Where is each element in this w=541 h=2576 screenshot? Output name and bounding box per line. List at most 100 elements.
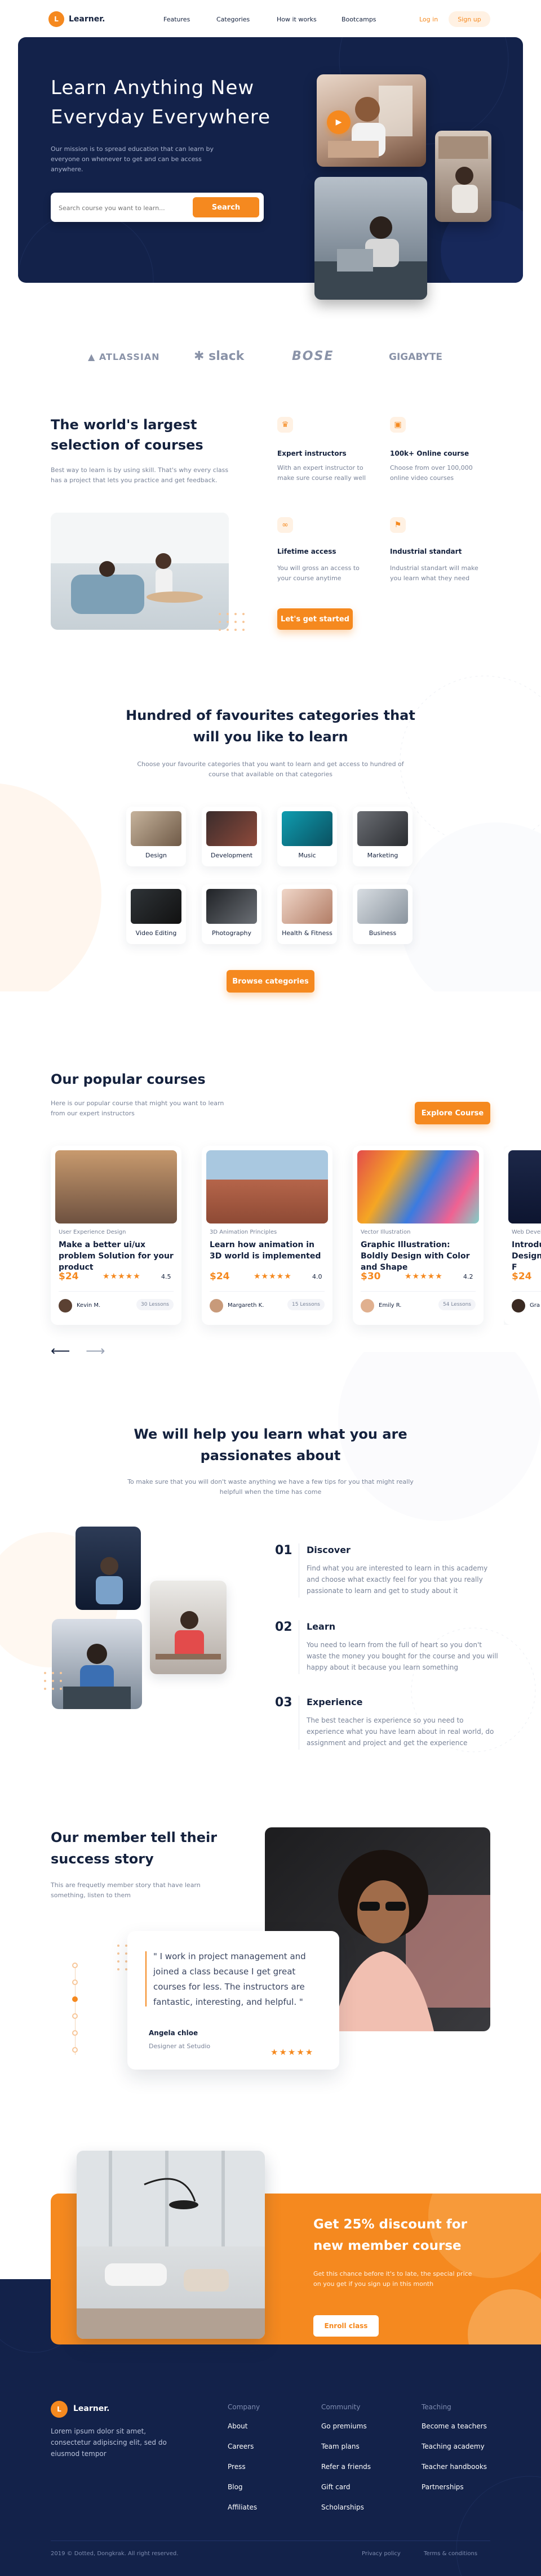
- avatar: [59, 1299, 72, 1313]
- help-title-line2: passionates about: [200, 1448, 341, 1463]
- course-category: Vector Illustration: [361, 1229, 411, 1235]
- hero-search-input[interactable]: [59, 201, 188, 215]
- footer-heading-community: Community: [321, 2403, 361, 2411]
- browse-categories-button[interactable]: Browse categories: [227, 970, 314, 993]
- rating-stars-icon: ★★★★★: [103, 1272, 141, 1281]
- footer-terms-link[interactable]: Terms & conditions: [424, 2551, 477, 2557]
- signup-button[interactable]: Sign up: [449, 11, 490, 27]
- footer-link-go-premiums[interactable]: Go premiums: [321, 2422, 367, 2430]
- category-video-editing-image: [131, 889, 181, 924]
- logo-icon[interactable]: L: [48, 11, 64, 27]
- footer-link-partnerships[interactable]: Partnerships: [422, 2483, 464, 2491]
- category-photography-image: [206, 889, 257, 924]
- category-development[interactable]: Development: [202, 807, 261, 866]
- footer-link-press[interactable]: Press: [228, 2463, 246, 2471]
- footer-logo-text[interactable]: Learner.: [73, 2404, 109, 2413]
- category-music[interactable]: Music: [277, 807, 337, 866]
- explore-course-button[interactable]: Explore Course: [415, 1102, 490, 1124]
- hero-description: Our mission is to spread education that …: [51, 145, 214, 173]
- brand-gigabyte: GIGABYTE: [389, 352, 442, 363]
- step-title: Discover: [307, 1545, 351, 1555]
- course-divider: [59, 1291, 174, 1292]
- course-card[interactable]: User Experience Design Make a better ui/…: [51, 1146, 181, 1325]
- course-card-partial[interactable]: Web Developm Introduc Design: F $24 Gra: [504, 1146, 541, 1325]
- nav-bootcamps[interactable]: Bootcamps: [342, 16, 376, 23]
- footer-link-teaching-academy[interactable]: Teaching academy: [422, 2442, 485, 2450]
- nav-categories[interactable]: Categories: [216, 16, 250, 23]
- footer-link-about[interactable]: About: [228, 2422, 247, 2430]
- selection-photo-art: [51, 513, 229, 614]
- category-design-image: [131, 811, 181, 846]
- testimonial-role: Designer at Setudio: [149, 2043, 211, 2050]
- footer-link-refer-friends[interactable]: Refer a friends: [321, 2463, 371, 2471]
- footer-link-blog[interactable]: Blog: [228, 2483, 243, 2491]
- brand-slack-label: slack: [209, 349, 245, 363]
- testimonial-pager-dot[interactable]: [72, 1963, 78, 1968]
- footer-privacy-link[interactable]: Privacy policy: [362, 2551, 401, 2557]
- category-video-editing[interactable]: Video Editing: [126, 884, 186, 944]
- course-title[interactable]: Make a better ui/ux problem Solution for…: [59, 1239, 174, 1273]
- course-image: [55, 1150, 177, 1224]
- course-title[interactable]: Introduc Design: F: [512, 1239, 541, 1273]
- hero-photo-library: [435, 131, 491, 222]
- feature-lifetime-title: Lifetime access: [277, 548, 336, 555]
- course-card[interactable]: Web Developm Introduc Design: F $24 Gra: [504, 1146, 541, 1325]
- footer-link-become-teacher[interactable]: Become a teachers: [422, 2422, 487, 2430]
- testimonial-title-line2: success story: [51, 1851, 154, 1867]
- industry-icon: ⚑: [390, 517, 406, 533]
- category-business[interactable]: Business: [353, 884, 413, 944]
- testimonial-pager-dot[interactable]: [72, 1979, 78, 1985]
- testimonial-pager-dot[interactable]: [72, 2047, 78, 2053]
- footer-link-gift-card[interactable]: Gift card: [321, 2483, 350, 2491]
- testimonial-pager-dot[interactable]: [72, 2013, 78, 2019]
- feature-lifetime-desc: You will gross an access to your course …: [277, 564, 360, 582]
- course-divider: [512, 1291, 541, 1292]
- popular-description: Here is our popular course that might yo…: [51, 1100, 224, 1117]
- footer-logo-icon[interactable]: L: [51, 2401, 68, 2418]
- hero-photo-laptop-art: [314, 216, 427, 300]
- hero-search-label: Search: [211, 203, 241, 212]
- step-title: Experience: [307, 1697, 363, 1707]
- category-music-label: Music: [298, 852, 316, 859]
- course-price: $24: [59, 1271, 79, 1282]
- footer-link-teacher-handbooks[interactable]: Teacher handbooks: [422, 2463, 487, 2471]
- login-link[interactable]: Log in: [419, 16, 438, 23]
- category-health-fitness-label: Health & Fitness: [282, 929, 332, 937]
- testimonial-pager-dot[interactable]: [72, 2030, 78, 2036]
- course-title[interactable]: Learn how animation in 3D world is imple…: [210, 1239, 325, 1262]
- step-title: Learn: [307, 1621, 336, 1632]
- selection-photo: [51, 513, 229, 630]
- footer-link-careers[interactable]: Careers: [228, 2442, 254, 2450]
- selection-title-line1: The world's largest: [51, 417, 197, 433]
- testimonial-pager-dot-active[interactable]: [72, 1996, 78, 2002]
- category-marketing[interactable]: Marketing: [353, 807, 413, 866]
- nav-how-it-works[interactable]: How it works: [277, 16, 317, 23]
- logo-text[interactable]: Learner.: [69, 15, 105, 24]
- course-price: $30: [361, 1271, 381, 1282]
- get-started-button[interactable]: Let's get started: [277, 608, 353, 630]
- footer-link-affiliates[interactable]: Affiliates: [228, 2503, 257, 2511]
- course-rating: 4.5: [161, 1273, 171, 1280]
- category-design[interactable]: Design: [126, 807, 186, 866]
- category-photography[interactable]: Photography: [202, 884, 261, 944]
- step-number: 01: [275, 1543, 292, 1558]
- help-photo-desk-art: [156, 1611, 221, 1660]
- help-photo-reading: [76, 1527, 141, 1610]
- nav-features[interactable]: Features: [163, 16, 190, 23]
- hero-search-button[interactable]: Search: [193, 197, 259, 217]
- course-title[interactable]: Graphic Illustration: Boldly Design with…: [361, 1239, 476, 1273]
- selection-description: Best way to learn is by using skill. Tha…: [51, 466, 229, 484]
- course-category: Web Developm: [512, 1229, 541, 1235]
- avatar: [361, 1299, 374, 1313]
- enroll-button[interactable]: Enroll class: [313, 2315, 379, 2337]
- course-author: Margareth K.: [228, 1302, 264, 1309]
- footer-link-scholarships[interactable]: Scholarships: [321, 2503, 364, 2511]
- course-card[interactable]: 3D Animation Principles Learn how animat…: [202, 1146, 332, 1325]
- category-health-fitness[interactable]: Health & Fitness: [277, 884, 337, 944]
- category-design-label: Design: [145, 852, 167, 859]
- course-card[interactable]: Vector Illustration Graphic Illustration…: [353, 1146, 484, 1325]
- footer-link-team-plans[interactable]: Team plans: [321, 2442, 360, 2450]
- step-description: The best teacher is experience so you ne…: [307, 1716, 494, 1747]
- play-button[interactable]: ▶: [327, 110, 351, 134]
- step-number: 02: [275, 1620, 292, 1634]
